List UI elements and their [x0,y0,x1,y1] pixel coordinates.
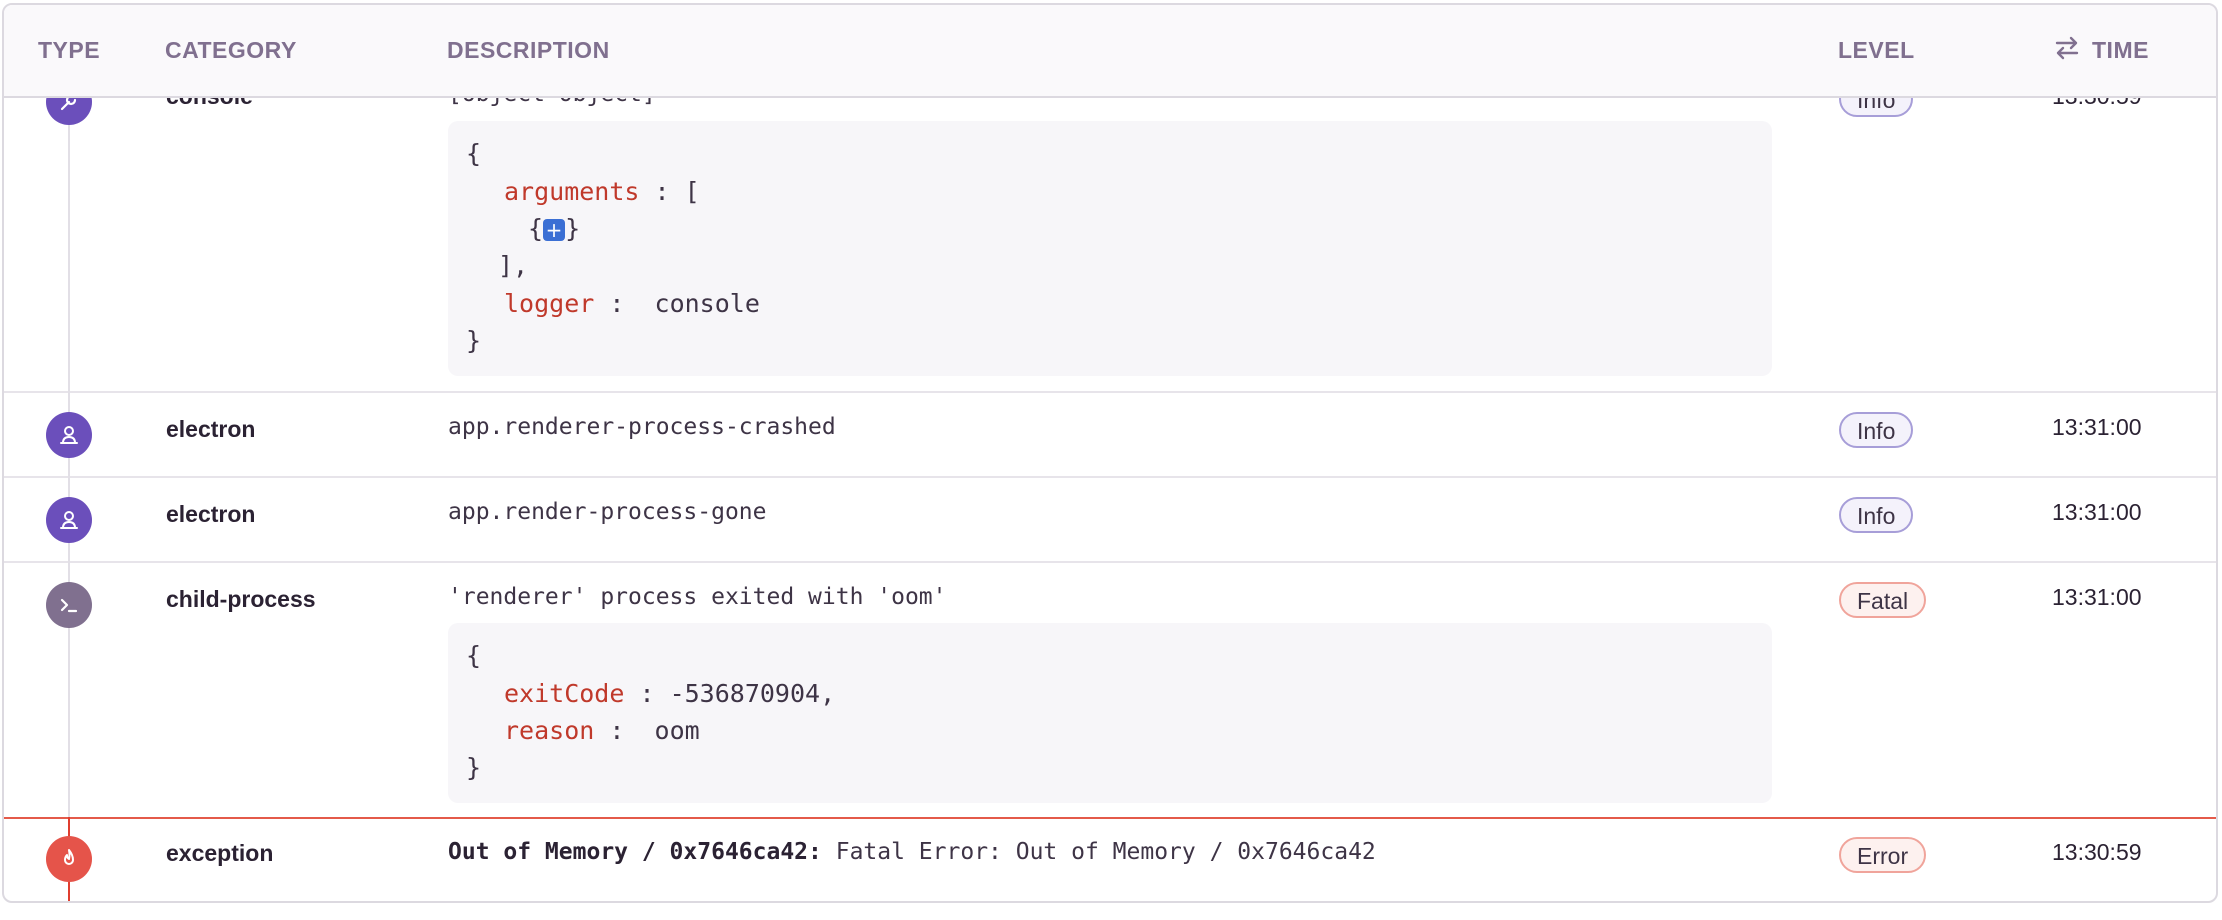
user-icon [46,412,92,458]
row-time: 13:31:00 [2052,414,2142,440]
row-time: 13:30:59 [2052,839,2142,865]
table-header: TYPE CATEGORY DESCRIPTION LEVEL TIME [4,5,2216,98]
row-description: Out of Memory / 0x7646ca42: Fatal Error:… [448,839,1376,865]
row-description: app.render-process-gone [448,499,767,525]
data-key: exitCode [504,679,625,708]
column-level: LEVEL [1838,37,1915,63]
data-block: { arguments : [ {+} ], logger : console … [448,121,1772,376]
terminal-icon [46,582,92,628]
data-key: reason [504,716,595,745]
fire-icon [46,836,92,882]
row-time: 13:31:00 [2052,499,2142,525]
data-block: { exitCode : -536870904, reason : oom } [448,623,1772,803]
exception-title: Out of Memory / 0x7646ca42: [448,839,822,865]
level-badge: Fatal [1839,582,1927,618]
row-description: app.renderer-process-crashed [448,414,836,440]
breadcrumbs-panel: TYPE CATEGORY DESCRIPTION LEVEL TIME con… [2,3,2218,903]
breadcrumb-row-exception[interactable]: exception Out of Memory / 0x7646ca42: Fa… [4,817,2216,901]
row-category: child-process [166,586,316,612]
data-key: arguments [504,177,640,206]
level-badge: Info [1839,412,1914,448]
row-description: 'renderer' process exited with 'oom' [448,584,947,610]
breadcrumb-row-child-process[interactable]: child-process 'renderer' process exited … [4,563,2216,817]
row-category: electron [166,416,256,442]
column-time[interactable]: TIME [2092,37,2149,64]
row-category: electron [166,501,256,527]
plus-icon[interactable]: + [543,219,566,241]
swap-arrows-icon[interactable] [2054,35,2080,67]
user-icon [46,497,92,543]
level-badge: Error [1839,837,1927,873]
row-category: exception [166,840,274,866]
column-type: TYPE [38,37,101,63]
level-badge: Info [1839,497,1914,533]
data-key: logger [504,289,595,318]
breadcrumb-row-electron[interactable]: electron app.render-process-gone Info 13… [4,478,2216,563]
column-category: CATEGORY [165,37,297,63]
row-time: 13:31:00 [2052,584,2142,610]
column-description: DESCRIPTION [447,37,610,63]
breadcrumb-row-electron[interactable]: electron app.renderer-process-crashed In… [4,393,2216,478]
